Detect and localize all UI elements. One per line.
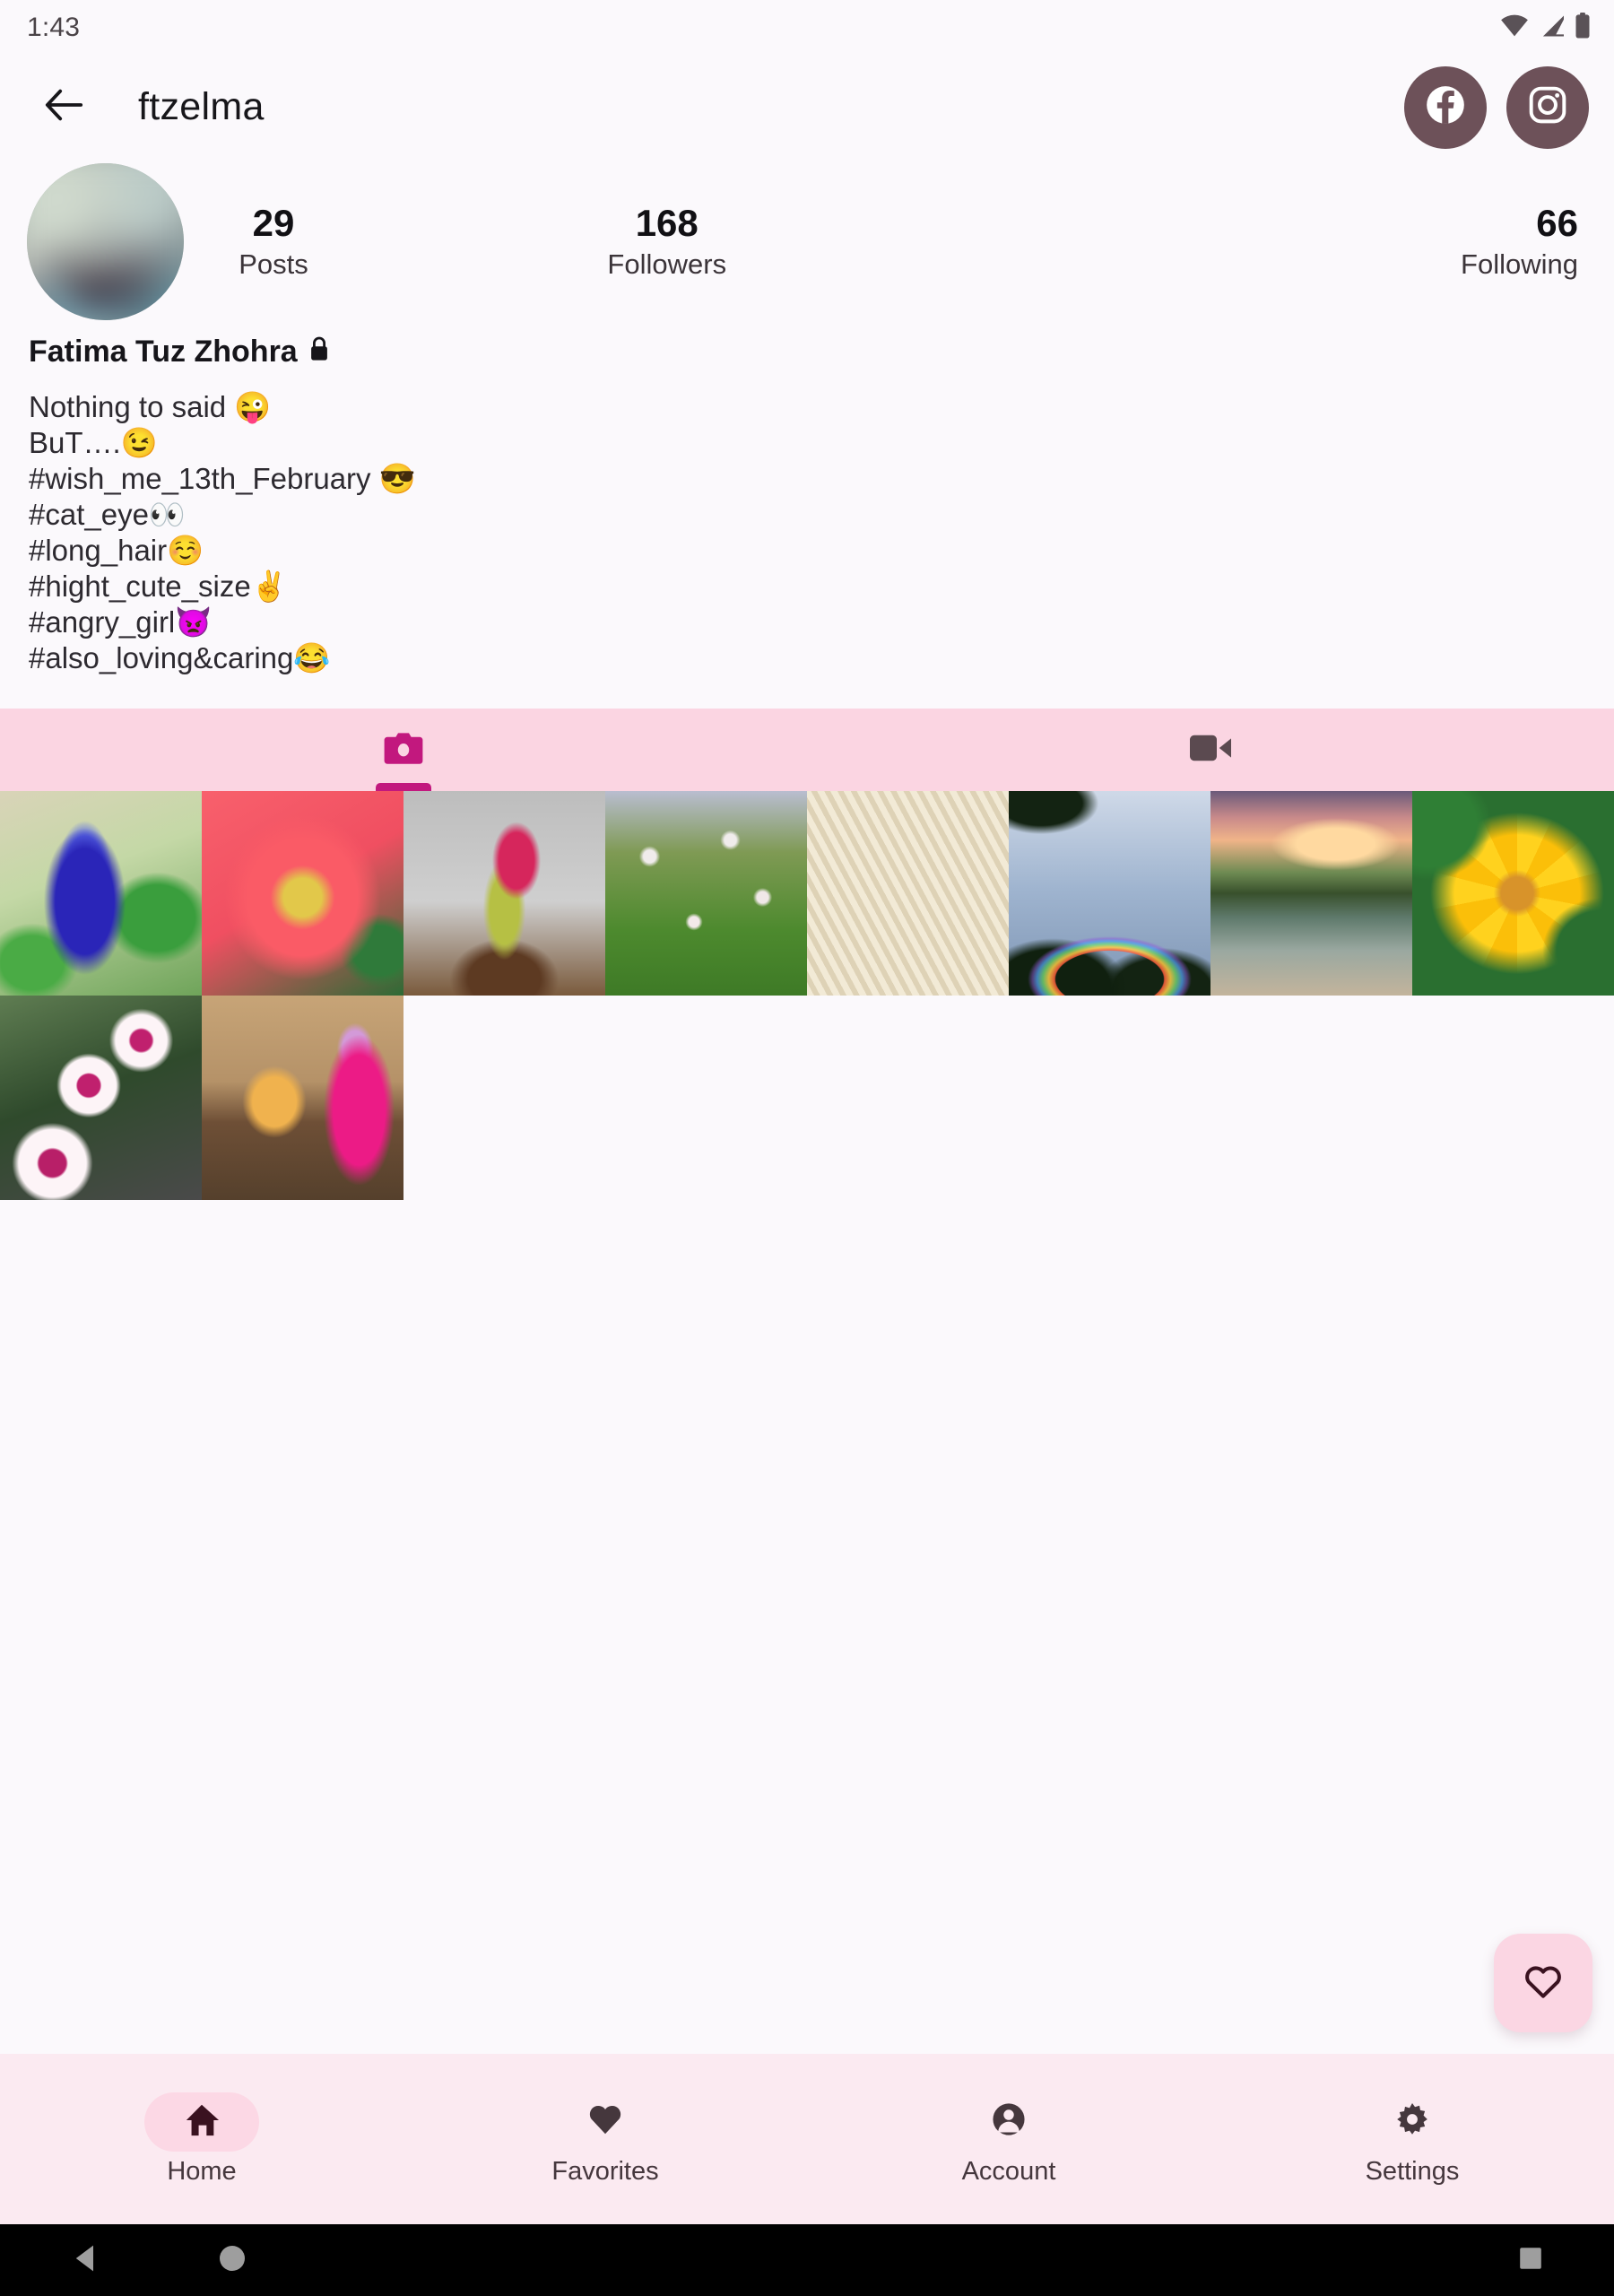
- camera-icon: [382, 729, 425, 771]
- status-icon-group: [1499, 12, 1591, 44]
- grid-thumbnail: [404, 791, 605, 996]
- lock-icon: [308, 335, 330, 370]
- grid-thumbnail: [807, 791, 1009, 996]
- settings-icon: [1393, 2100, 1431, 2143]
- media-tab-bar: [0, 709, 1614, 791]
- page-title: ftzelma: [138, 85, 265, 128]
- stat-following-label: Following: [1461, 248, 1578, 281]
- cellular-signal-icon: [1539, 14, 1566, 42]
- grid-item[interactable]: [605, 791, 807, 996]
- back-arrow-icon: [43, 87, 84, 127]
- profile-bio: Fatima Tuz Zhohra Nothing to said 😜 BuT……: [0, 311, 1614, 676]
- system-recents-icon[interactable]: [1519, 2247, 1542, 2274]
- grid-item[interactable]: [202, 996, 404, 1200]
- grid-item[interactable]: [404, 791, 605, 996]
- display-name: Fatima Tuz Zhohra: [29, 335, 298, 369]
- bottom-navigation: Home Favorites Account Settings: [0, 2054, 1614, 2224]
- facebook-button[interactable]: [1404, 65, 1487, 149]
- nav-favorites-pill: [548, 2092, 663, 2152]
- stat-posts-value: 29: [252, 201, 295, 244]
- status-bar: 1:43: [0, 0, 1614, 56]
- status-time: 1:43: [27, 13, 81, 42]
- nav-item-account[interactable]: Account: [807, 2092, 1210, 2187]
- nav-account-pill: [951, 2092, 1066, 2152]
- grid-item[interactable]: [202, 791, 404, 996]
- grid-item[interactable]: [1210, 791, 1412, 996]
- stat-posts-label: Posts: [239, 248, 308, 281]
- nav-account-label: Account: [961, 2156, 1056, 2186]
- bio-line: BuT….😉: [29, 426, 158, 459]
- battery-icon: [1575, 12, 1591, 44]
- nav-item-home[interactable]: Home: [0, 2092, 404, 2187]
- nav-home-label: Home: [167, 2156, 237, 2186]
- bio-line: #hight_cute_size✌️: [29, 570, 288, 603]
- system-navigation-bar: [0, 2224, 1614, 2296]
- bio-line: #also_loving&caring😂: [29, 641, 331, 674]
- grid-item[interactable]: [1412, 791, 1614, 996]
- nav-home-pill: [144, 2092, 259, 2152]
- heart-icon: [586, 2101, 624, 2142]
- nav-settings-pill: [1355, 2092, 1470, 2152]
- grid-thumbnail: [0, 996, 202, 1200]
- nav-settings-label: Settings: [1365, 2156, 1460, 2186]
- grid-thumbnail: [202, 996, 404, 1200]
- stat-following-value: 66: [1536, 201, 1578, 244]
- grid-thumbnail: [1009, 791, 1210, 996]
- grid-thumbnail: [605, 791, 807, 996]
- stat-followers-label: Followers: [607, 248, 727, 281]
- heart-outline-icon: [1523, 1962, 1564, 2005]
- grid-item[interactable]: [807, 791, 1009, 996]
- bio-line: #wish_me_13th_February 😎: [29, 462, 416, 495]
- stat-followers-value: 168: [635, 201, 699, 244]
- grid-item[interactable]: [0, 996, 202, 1200]
- grid-thumbnail: [1210, 791, 1412, 996]
- profile-stats-row: 29 Posts 168 Followers 66 Following: [0, 159, 1614, 320]
- home-icon: [183, 2101, 221, 2142]
- instagram-icon: [1525, 83, 1570, 132]
- stat-posts[interactable]: 29 Posts: [184, 202, 363, 281]
- account-icon: [990, 2100, 1028, 2143]
- grid-thumbnail: [0, 791, 202, 996]
- bio-line: #cat_eye👀: [29, 498, 187, 531]
- video-camera-icon: [1188, 731, 1233, 770]
- avatar[interactable]: [27, 162, 184, 320]
- bio-line: Nothing to said 😜: [29, 390, 272, 423]
- bio-line: #angry_girl👿: [29, 605, 213, 639]
- tab-photos[interactable]: [0, 709, 807, 791]
- stat-followers[interactable]: 168 Followers: [363, 202, 971, 281]
- favorite-fab[interactable]: [1494, 1934, 1592, 2032]
- photo-grid: [0, 791, 1614, 1200]
- nav-item-settings[interactable]: Settings: [1210, 2092, 1614, 2187]
- system-back-icon[interactable]: [74, 2244, 97, 2277]
- tab-active-indicator: [376, 783, 431, 791]
- back-button[interactable]: [36, 80, 91, 135]
- nav-item-favorites[interactable]: Favorites: [404, 2092, 807, 2187]
- avatar-image: [27, 162, 184, 320]
- bio-line: #long_hair☺️: [29, 534, 204, 567]
- instagram-button[interactable]: [1506, 65, 1589, 149]
- grid-item[interactable]: [0, 791, 202, 996]
- stat-following[interactable]: 66 Following: [971, 201, 1578, 281]
- system-home-icon[interactable]: [219, 2245, 246, 2276]
- display-name-row: Fatima Tuz Zhohra: [29, 335, 1584, 370]
- grid-thumbnail: [202, 791, 404, 996]
- facebook-icon: [1423, 83, 1468, 132]
- grid-thumbnail: [1412, 791, 1614, 996]
- app-bar: ftzelma: [0, 56, 1614, 159]
- tab-videos[interactable]: [807, 709, 1614, 791]
- grid-item[interactable]: [1009, 791, 1210, 996]
- nav-favorites-label: Favorites: [551, 2156, 659, 2186]
- wifi-icon: [1499, 14, 1530, 42]
